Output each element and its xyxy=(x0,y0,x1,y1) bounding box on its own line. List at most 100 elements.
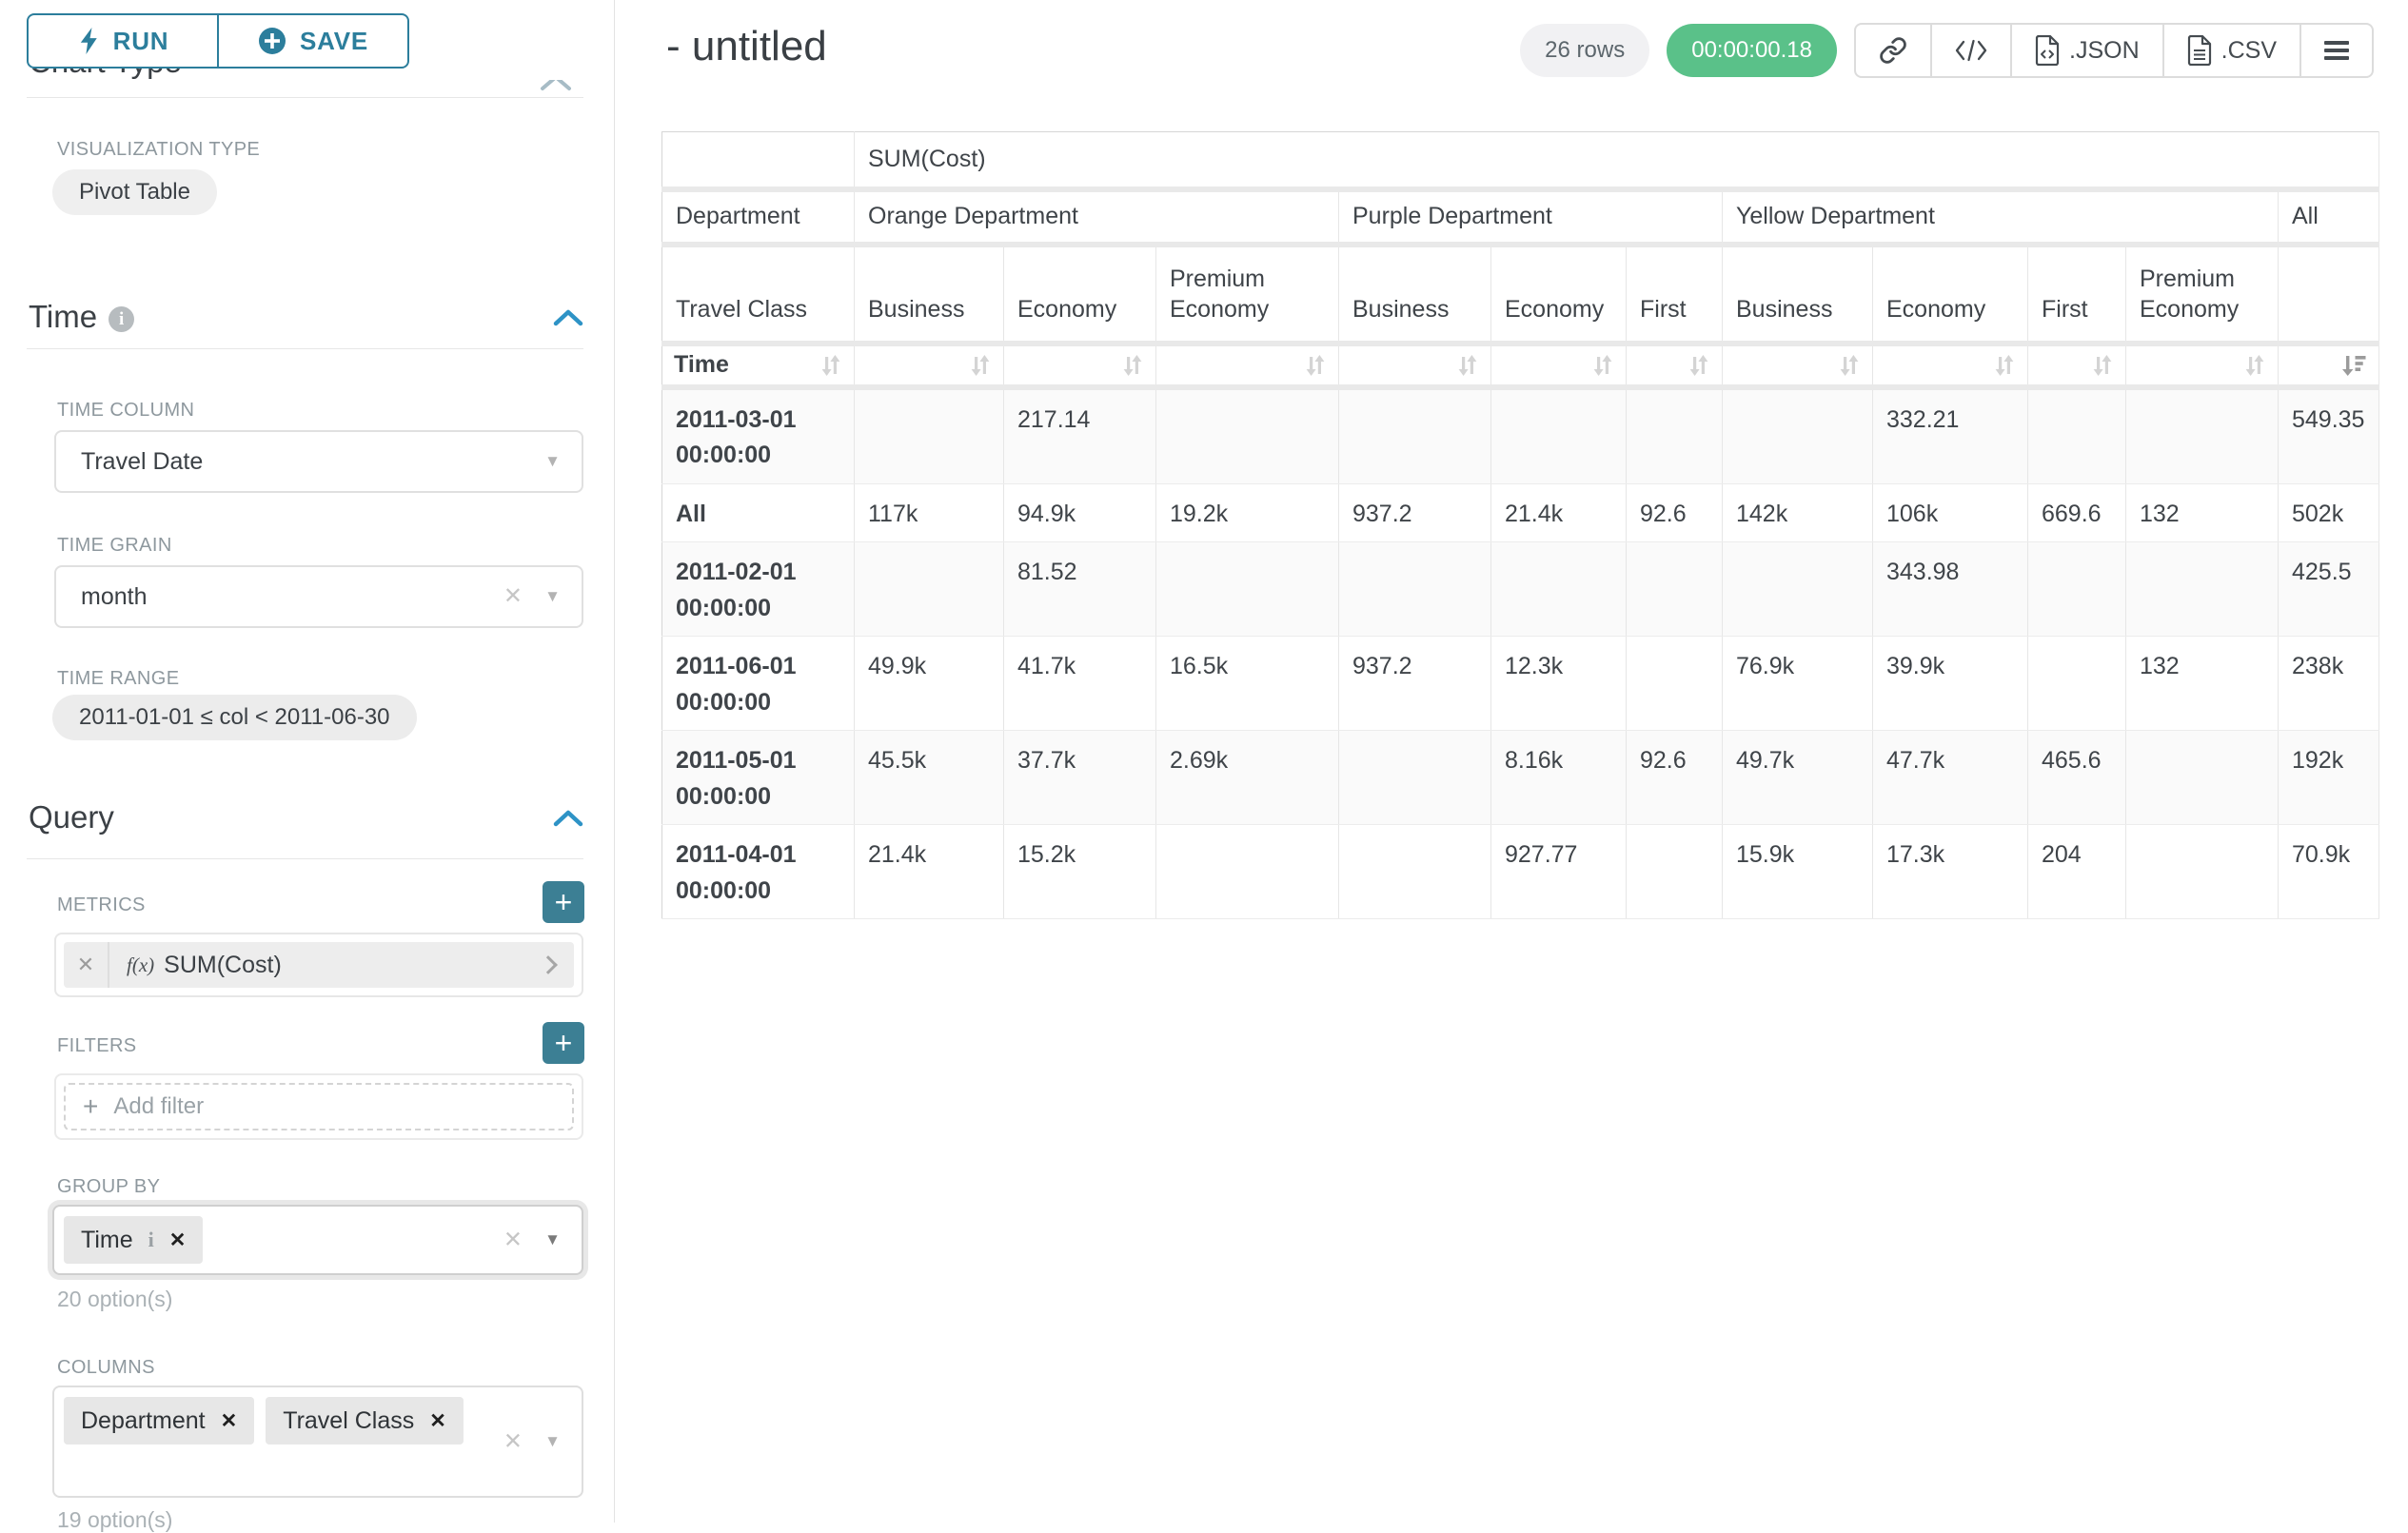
header-actions: 26 rows 00:00:00.18 .JSON xyxy=(1520,23,2374,78)
pivot-col-header: First xyxy=(1627,245,1723,344)
pivot-cell xyxy=(2028,387,2126,484)
export-button-group: .JSON .CSV xyxy=(1854,23,2374,78)
pivot-col-header: Premium Economy xyxy=(1156,245,1339,344)
chart-title[interactable]: - untitled xyxy=(666,23,827,70)
info-icon[interactable]: i xyxy=(109,306,134,332)
lightning-icon xyxy=(77,28,100,54)
visualization-type-pill[interactable]: Pivot Table xyxy=(52,169,217,215)
sort-toggle-icon[interactable] xyxy=(1838,354,1861,377)
columns-tag-travel-class: Travel Class ✕ xyxy=(266,1397,464,1445)
pivot-rowdim-time: Time xyxy=(662,344,855,387)
code-icon xyxy=(1955,37,1987,64)
pivot-row-label: All xyxy=(662,483,855,542)
metric-pill[interactable]: ✕ f(x) SUM(Cost) xyxy=(64,942,574,988)
pivot-cell: 81.52 xyxy=(1004,542,1156,637)
pivot-cell: 343.98 xyxy=(1873,542,2028,637)
sort-toggle-icon[interactable] xyxy=(1591,354,1614,377)
time-column-label: TIME COLUMN xyxy=(57,400,194,422)
menu-button[interactable] xyxy=(2299,25,2372,76)
sort-toggle-icon[interactable] xyxy=(1993,354,2016,377)
sort-toggle-icon[interactable] xyxy=(1304,354,1327,377)
pivot-sort-cell xyxy=(855,344,1004,387)
pivot-row: 2011-06-01 00:00:0049.9k41.7k16.5k937.21… xyxy=(662,637,2379,731)
pivot-cell: 16.5k xyxy=(1156,637,1339,731)
divider xyxy=(27,348,583,349)
pivot-col-header: Economy xyxy=(1004,245,1156,344)
pivot-cell xyxy=(855,542,1004,637)
sort-toggle-icon[interactable] xyxy=(1688,354,1710,377)
pivot-col-header: Economy xyxy=(1873,245,2028,344)
time-column-select[interactable]: Travel Date ▼ xyxy=(54,430,583,493)
csv-file-icon xyxy=(2187,35,2212,66)
sort-toggle-icon[interactable] xyxy=(1121,354,1144,377)
divider xyxy=(27,97,583,98)
row-count-badge: 26 rows xyxy=(1520,24,1649,77)
export-json-button[interactable]: .JSON xyxy=(2010,25,2162,76)
time-section-heading: Timei xyxy=(29,299,134,335)
pivot-cell xyxy=(1627,542,1723,637)
add-filter-button[interactable]: + Add filter xyxy=(64,1083,574,1130)
pivot-cell: 19.2k xyxy=(1156,483,1339,542)
time-grain-select[interactable]: month ✕ ▼ xyxy=(54,565,583,628)
plus-circle-icon xyxy=(258,27,286,55)
clear-icon[interactable]: ✕ xyxy=(503,1428,523,1456)
save-button[interactable]: SAVE xyxy=(217,13,409,69)
short-link-button[interactable] xyxy=(1856,25,1930,76)
add-filter-plus-button[interactable]: + xyxy=(543,1022,584,1064)
pivot-cell: 49.7k xyxy=(1723,731,1873,825)
chevron-down-icon: ▼ xyxy=(544,567,561,626)
pivot-row-label: 2011-05-01 00:00:00 xyxy=(662,731,855,825)
pivot-row: 2011-05-01 00:00:0045.5k37.7k2.69k8.16k9… xyxy=(662,731,2379,825)
chevron-right-icon[interactable] xyxy=(539,955,558,974)
pivot-cell xyxy=(1491,387,1627,484)
pivot-cell: 927.77 xyxy=(1491,825,1627,919)
time-range-pill[interactable]: 2011-01-01 ≤ col < 2011-06-30 xyxy=(52,695,417,740)
pivot-cell: 39.9k xyxy=(1873,637,2028,731)
pivot-sort-cell xyxy=(2028,344,2126,387)
pivot-cell: 21.4k xyxy=(855,825,1004,919)
sort-desc-icon[interactable] xyxy=(2341,354,2367,377)
remove-metric-icon[interactable]: ✕ xyxy=(64,942,109,988)
export-csv-button[interactable]: .CSV xyxy=(2162,25,2299,76)
pivot-cell: 8.16k xyxy=(1491,731,1627,825)
pivot-cell: 17.3k xyxy=(1873,825,2028,919)
remove-tag-icon[interactable]: ✕ xyxy=(429,1409,446,1433)
pivot-cell: 15.9k xyxy=(1723,825,1873,919)
columns-select[interactable]: Department ✕ Travel Class ✕ ✕ ▼ xyxy=(52,1386,583,1498)
pivot-cell: 45.5k xyxy=(855,731,1004,825)
run-button[interactable]: RUN xyxy=(27,13,219,69)
link-icon xyxy=(1879,36,1907,65)
group-by-options-hint: 20 option(s) xyxy=(57,1287,172,1312)
sort-toggle-icon[interactable] xyxy=(2243,354,2266,377)
pivot-cell xyxy=(1627,387,1723,484)
pivot-cell xyxy=(2126,542,2279,637)
view-query-button[interactable] xyxy=(1930,25,2010,76)
group-by-select[interactable]: Time i ✕ ✕ ▼ xyxy=(52,1205,583,1275)
collapse-time-section-icon[interactable] xyxy=(552,308,584,332)
pivot-cell: 238k xyxy=(2279,637,2379,731)
remove-tag-icon[interactable]: ✕ xyxy=(169,1228,187,1252)
sort-toggle-icon[interactable] xyxy=(1456,354,1479,377)
column-info-icon[interactable]: i xyxy=(148,1228,154,1252)
pivot-cell: 70.9k xyxy=(2279,825,2379,919)
pivot-col-header: Business xyxy=(1723,245,1873,344)
remove-tag-icon[interactable]: ✕ xyxy=(221,1409,238,1433)
pivot-cell xyxy=(1339,731,1491,825)
add-metric-button[interactable]: + xyxy=(543,881,584,923)
chevron-down-icon: ▼ xyxy=(544,1230,561,1249)
pivot-cell xyxy=(1156,825,1339,919)
group-by-tag-time: Time i ✕ xyxy=(64,1216,203,1264)
pivot-cell: 76.9k xyxy=(1723,637,1873,731)
clear-icon[interactable]: ✕ xyxy=(503,1227,523,1254)
clear-icon[interactable]: ✕ xyxy=(503,567,523,626)
pivot-cell xyxy=(1723,542,1873,637)
sort-toggle-icon[interactable] xyxy=(969,354,992,377)
pivot-cell: 92.6 xyxy=(1627,731,1723,825)
columns-label: COLUMNS xyxy=(57,1357,155,1379)
sort-toggle-icon[interactable] xyxy=(819,354,842,377)
time-range-label: TIME RANGE xyxy=(57,668,179,690)
sort-toggle-icon[interactable] xyxy=(2091,354,2114,377)
pivot-cell: 937.2 xyxy=(1339,637,1491,731)
group-by-label: GROUP BY xyxy=(57,1176,160,1198)
collapse-query-section-icon[interactable] xyxy=(552,809,584,833)
